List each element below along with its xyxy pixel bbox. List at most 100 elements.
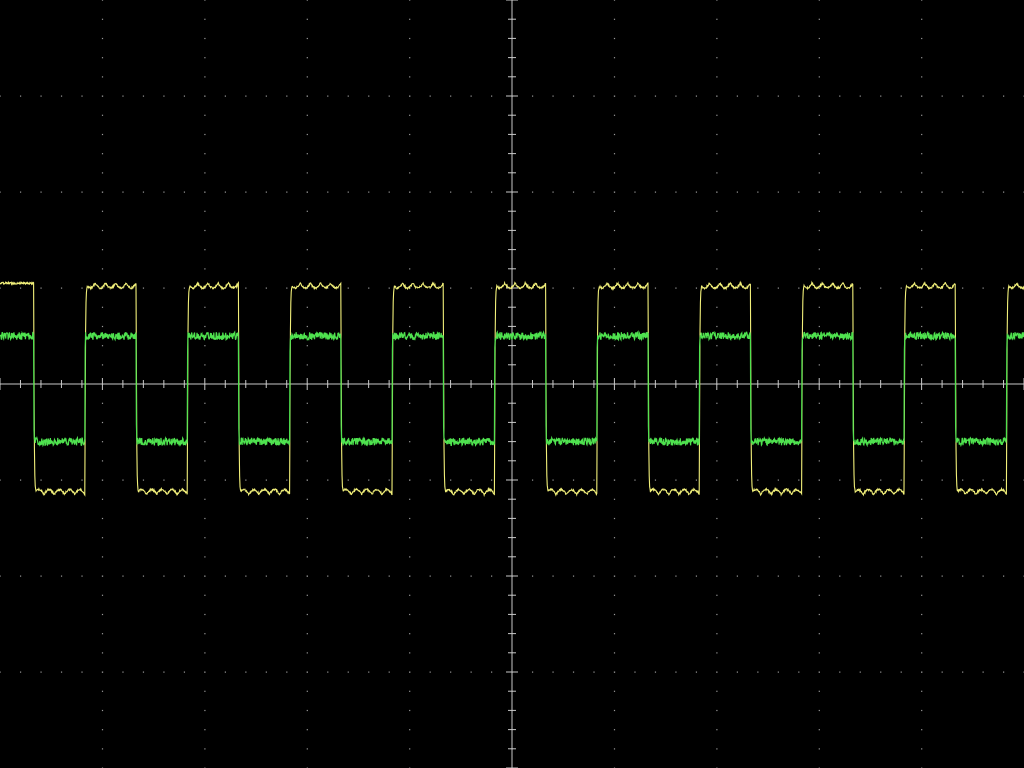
grid-dot [593, 575, 595, 577]
grid-dot [19, 95, 22, 97]
grid-dot [613, 652, 616, 654]
grid-dot [19, 671, 22, 673]
grid-dot [552, 479, 554, 481]
grid-dot [388, 671, 390, 673]
grid-dot [593, 287, 595, 289]
grid-dot [81, 671, 83, 673]
grid-dot [163, 287, 165, 289]
grid-dot [572, 191, 575, 193]
grid-dot [368, 575, 370, 577]
grid-dot [675, 287, 677, 289]
grid-dot [716, 748, 718, 750]
grid-dot [204, 268, 206, 270]
grid-dot [409, 210, 411, 212]
grid-dot [613, 325, 616, 328]
grid-dot [60, 671, 63, 673]
grid-dot [409, 498, 411, 500]
grid-dot [921, 402, 923, 404]
grid-dot [183, 575, 186, 577]
grid-dot [409, 402, 411, 404]
grid-dot [470, 479, 472, 481]
grid-dot [716, 76, 718, 78]
grid-dot [921, 57, 923, 59]
grid-dot [818, 172, 820, 174]
grid-dot [859, 671, 861, 673]
grid-dot [818, 402, 820, 404]
grid-dot [921, 133, 923, 136]
grid-dot [60, 287, 63, 289]
grid-dot [818, 76, 820, 78]
grid-dot [409, 153, 411, 155]
grid-dot [593, 479, 595, 481]
grid-dot [1003, 575, 1005, 577]
grid-dot [777, 191, 779, 193]
grid-dot [941, 479, 943, 481]
grid-dot [716, 479, 718, 481]
grid-dot [593, 95, 595, 97]
grid-dot [613, 18, 616, 20]
grid-dot [798, 191, 800, 193]
grid-dot [409, 133, 411, 136]
grid-dot [204, 37, 206, 40]
grid-dot [101, 633, 104, 635]
grid-dot [654, 287, 657, 289]
grid-dot [204, 479, 206, 481]
grid-dot [695, 671, 698, 673]
grid-dot [306, 421, 308, 424]
grid-dot [306, 37, 308, 40]
grid-dot [777, 479, 779, 481]
grid-dot [204, 748, 206, 750]
grid-dot [531, 191, 534, 193]
grid-dot [900, 479, 902, 481]
grid-dot [204, 0, 206, 1]
grid-dot [245, 95, 247, 97]
grid-dot [613, 460, 616, 462]
grid-dot [716, 498, 718, 500]
grid-dot [368, 287, 370, 289]
grid-dot [306, 249, 308, 251]
grid-dot [613, 594, 616, 596]
grid-dot [716, 537, 718, 539]
grid-dot [0, 191, 1, 193]
grid-dot [818, 191, 820, 193]
grid-dot [962, 671, 964, 673]
grid-dot [818, 671, 820, 673]
grid-dot [491, 287, 493, 289]
grid-dot [409, 556, 411, 558]
grid-dot [593, 671, 595, 673]
grid-dot [757, 191, 759, 193]
grid-dot [716, 671, 718, 673]
grid-dot [204, 133, 206, 136]
grid-dot [613, 306, 616, 308]
grid-dot [675, 191, 677, 193]
grid-dot [613, 479, 616, 481]
grid-dot [286, 191, 288, 193]
grid-dot [204, 76, 206, 78]
grid-dot [306, 652, 308, 654]
grid-dot [204, 537, 206, 539]
grid-dot [921, 191, 923, 193]
grid-dot [204, 191, 206, 193]
grid-dot [695, 191, 698, 193]
grid-dot [736, 479, 738, 481]
grid-dot [101, 729, 104, 731]
grid-dot [491, 671, 493, 673]
grid-dot [224, 479, 226, 481]
grid-dot [695, 479, 698, 481]
grid-dot [736, 95, 738, 97]
grid-dot [60, 95, 63, 97]
grid-dot [204, 556, 206, 558]
grid-dot [798, 671, 800, 673]
grid-dot [716, 345, 718, 347]
grid-dot [163, 479, 165, 481]
grid-dot [40, 479, 42, 481]
grid-dot [204, 172, 206, 174]
grid-dot [327, 479, 329, 481]
grid-dot [716, 191, 718, 193]
grid-dot [716, 114, 718, 116]
grid-dot [101, 153, 104, 155]
grid-dot [491, 95, 493, 97]
grid-dot [101, 594, 104, 596]
grid-dot [1003, 479, 1005, 481]
grid-dot [531, 479, 534, 481]
